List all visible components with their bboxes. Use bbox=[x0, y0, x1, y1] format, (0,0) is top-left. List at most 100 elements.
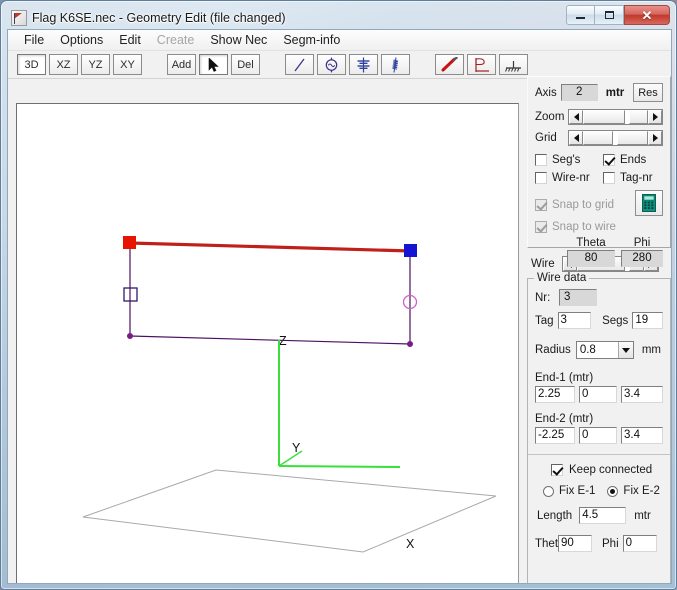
selected-wire[interactable] bbox=[129, 241, 412, 253]
wire-phi-label: Phi bbox=[602, 537, 619, 550]
coil-icon bbox=[392, 56, 399, 73]
checkbox-segs[interactable]: Seg's bbox=[535, 154, 603, 166]
arrow-left-icon bbox=[573, 134, 579, 142]
length-value[interactable]: 4.5 bbox=[579, 507, 627, 524]
radio-fix-e1-label: Fix E-1 bbox=[559, 485, 596, 497]
grid-slider-page[interactable] bbox=[617, 131, 648, 145]
radius-dropdown-button[interactable] bbox=[617, 342, 633, 358]
theta-label: Theta bbox=[576, 237, 606, 249]
end2-marker[interactable] bbox=[404, 244, 417, 257]
select-arrow-button[interactable] bbox=[199, 54, 228, 75]
arrow-right-icon bbox=[652, 134, 658, 142]
ground-plane-icon bbox=[505, 60, 521, 72]
ground-plane-tool-button[interactable] bbox=[499, 54, 528, 75]
radius-combobox[interactable]: 0.8 bbox=[575, 341, 634, 359]
end1-y[interactable]: 0 bbox=[579, 386, 617, 403]
radio-fix-e1-button[interactable] bbox=[543, 485, 554, 497]
wire-theta-value[interactable]: 90 bbox=[558, 535, 593, 552]
view-xz-button[interactable]: XZ bbox=[49, 54, 78, 75]
checkbox-wire-nr[interactable]: Wire-nr bbox=[535, 172, 603, 184]
radio-fix-e2-button[interactable] bbox=[607, 485, 619, 497]
minimize-button[interactable] bbox=[566, 5, 595, 25]
phi-label: Phi bbox=[633, 237, 651, 249]
end1-x[interactable]: 2.25 bbox=[535, 386, 575, 403]
right-panel: Axis 2 mtr Res Zoom Grid Seg's Ends Wire… bbox=[527, 76, 671, 583]
maximize-button[interactable] bbox=[595, 5, 624, 25]
load-tool-button[interactable] bbox=[349, 54, 378, 75]
chevron-down-icon bbox=[621, 347, 630, 353]
zoom-slider-thumb[interactable] bbox=[583, 110, 626, 124]
menu-create: Create bbox=[156, 33, 195, 47]
view-3d-button[interactable]: 3D bbox=[17, 54, 46, 75]
end1-marker[interactable] bbox=[123, 236, 136, 249]
checkbox-tag-nr-label: Tag-nr bbox=[620, 172, 653, 184]
grid-slider-left-arrow[interactable] bbox=[569, 131, 584, 145]
theta-value[interactable]: 80 bbox=[567, 250, 615, 267]
checkbox-tag-nr-box[interactable] bbox=[603, 172, 615, 184]
menu-segm-info[interactable]: Segm-info bbox=[275, 31, 348, 49]
wire-junction-dot-right bbox=[407, 341, 413, 347]
end2-z[interactable]: 3.4 bbox=[621, 427, 663, 444]
checkbox-snap-to-wire: Snap to wire bbox=[535, 221, 616, 233]
zoom-slider-right-arrow[interactable] bbox=[648, 110, 662, 124]
view-xy-button[interactable]: XY bbox=[113, 54, 142, 75]
grid-slider-thumb[interactable] bbox=[583, 131, 614, 145]
axis-value[interactable]: 2 bbox=[560, 84, 598, 101]
end2-y[interactable]: 0 bbox=[579, 427, 617, 444]
coil-tool-button[interactable] bbox=[381, 54, 410, 75]
segs-value[interactable]: 19 bbox=[632, 312, 663, 329]
divider bbox=[528, 454, 670, 455]
tag-value[interactable]: 3 bbox=[557, 312, 592, 329]
ground-plane bbox=[82, 469, 497, 553]
zoom-slider-left-arrow[interactable] bbox=[569, 110, 584, 124]
end1-label: End-1 (mtr) bbox=[535, 372, 594, 384]
menu-show-nec[interactable]: Show Nec bbox=[202, 31, 275, 49]
add-button[interactable]: Add bbox=[167, 54, 196, 75]
source-tool-button[interactable] bbox=[317, 54, 346, 75]
radio-fix-e2-label: Fix E-2 bbox=[623, 485, 660, 497]
pen-tool-button[interactable] bbox=[435, 54, 464, 75]
grid-slider-right-arrow[interactable] bbox=[648, 131, 662, 145]
menu-file[interactable]: File bbox=[16, 31, 52, 49]
checkbox-snap-to-grid-label: Snap to grid bbox=[552, 199, 615, 211]
zoom-slider[interactable] bbox=[568, 109, 663, 125]
calculator-button[interactable] bbox=[635, 190, 663, 216]
checkbox-tag-nr[interactable]: Tag-nr bbox=[603, 172, 653, 184]
radio-fix-e1[interactable]: Fix E-1 bbox=[543, 485, 595, 497]
menu-options[interactable]: Options bbox=[52, 31, 111, 49]
flag-ground-tool-button[interactable] bbox=[467, 54, 496, 75]
checkbox-wire-nr-box[interactable] bbox=[535, 172, 547, 184]
arrow-left-icon bbox=[573, 113, 579, 121]
length-unit-label: mtr bbox=[634, 509, 651, 522]
end1-z[interactable]: 3.4 bbox=[621, 386, 663, 403]
radio-fix-e2[interactable]: Fix E-2 bbox=[607, 485, 660, 497]
radius-unit-label: mm bbox=[641, 344, 661, 356]
end2-label: End-2 (mtr) bbox=[535, 413, 594, 425]
checkbox-ends[interactable]: Ends bbox=[603, 154, 646, 166]
length-label: Length bbox=[537, 509, 573, 522]
grid-slider[interactable] bbox=[568, 130, 663, 146]
checkbox-keep-connected-box[interactable] bbox=[551, 464, 563, 476]
menu-edit[interactable]: Edit bbox=[111, 31, 149, 49]
segs-label: Segs bbox=[602, 314, 629, 327]
checkbox-ends-box[interactable] bbox=[603, 154, 615, 166]
wire-tool-button[interactable] bbox=[285, 54, 314, 75]
arrow-right-icon bbox=[652, 113, 658, 121]
zoom-slider-page[interactable] bbox=[629, 110, 648, 124]
wire-phi-value[interactable]: 0 bbox=[622, 535, 657, 552]
delete-button[interactable]: Del bbox=[231, 54, 260, 75]
close-button[interactable]: ✕ bbox=[624, 5, 670, 25]
checkbox-snap-to-wire-label: Snap to wire bbox=[552, 221, 616, 233]
res-button[interactable]: Res bbox=[633, 83, 663, 102]
grid-slider-track[interactable] bbox=[583, 131, 648, 145]
checkbox-wire-nr-label: Wire-nr bbox=[552, 172, 590, 184]
wire-bottom[interactable] bbox=[129, 335, 411, 345]
checkbox-segs-box[interactable] bbox=[535, 154, 547, 166]
phi-value[interactable]: 280 bbox=[621, 250, 663, 267]
checkbox-keep-connected[interactable]: Keep connected bbox=[535, 464, 663, 476]
load-icon bbox=[357, 57, 370, 72]
zoom-slider-track[interactable] bbox=[583, 110, 648, 124]
view-yz-button[interactable]: YZ bbox=[81, 54, 110, 75]
end2-x[interactable]: -2.25 bbox=[535, 427, 575, 444]
geometry-canvas[interactable]: Z X Y bbox=[16, 103, 519, 583]
